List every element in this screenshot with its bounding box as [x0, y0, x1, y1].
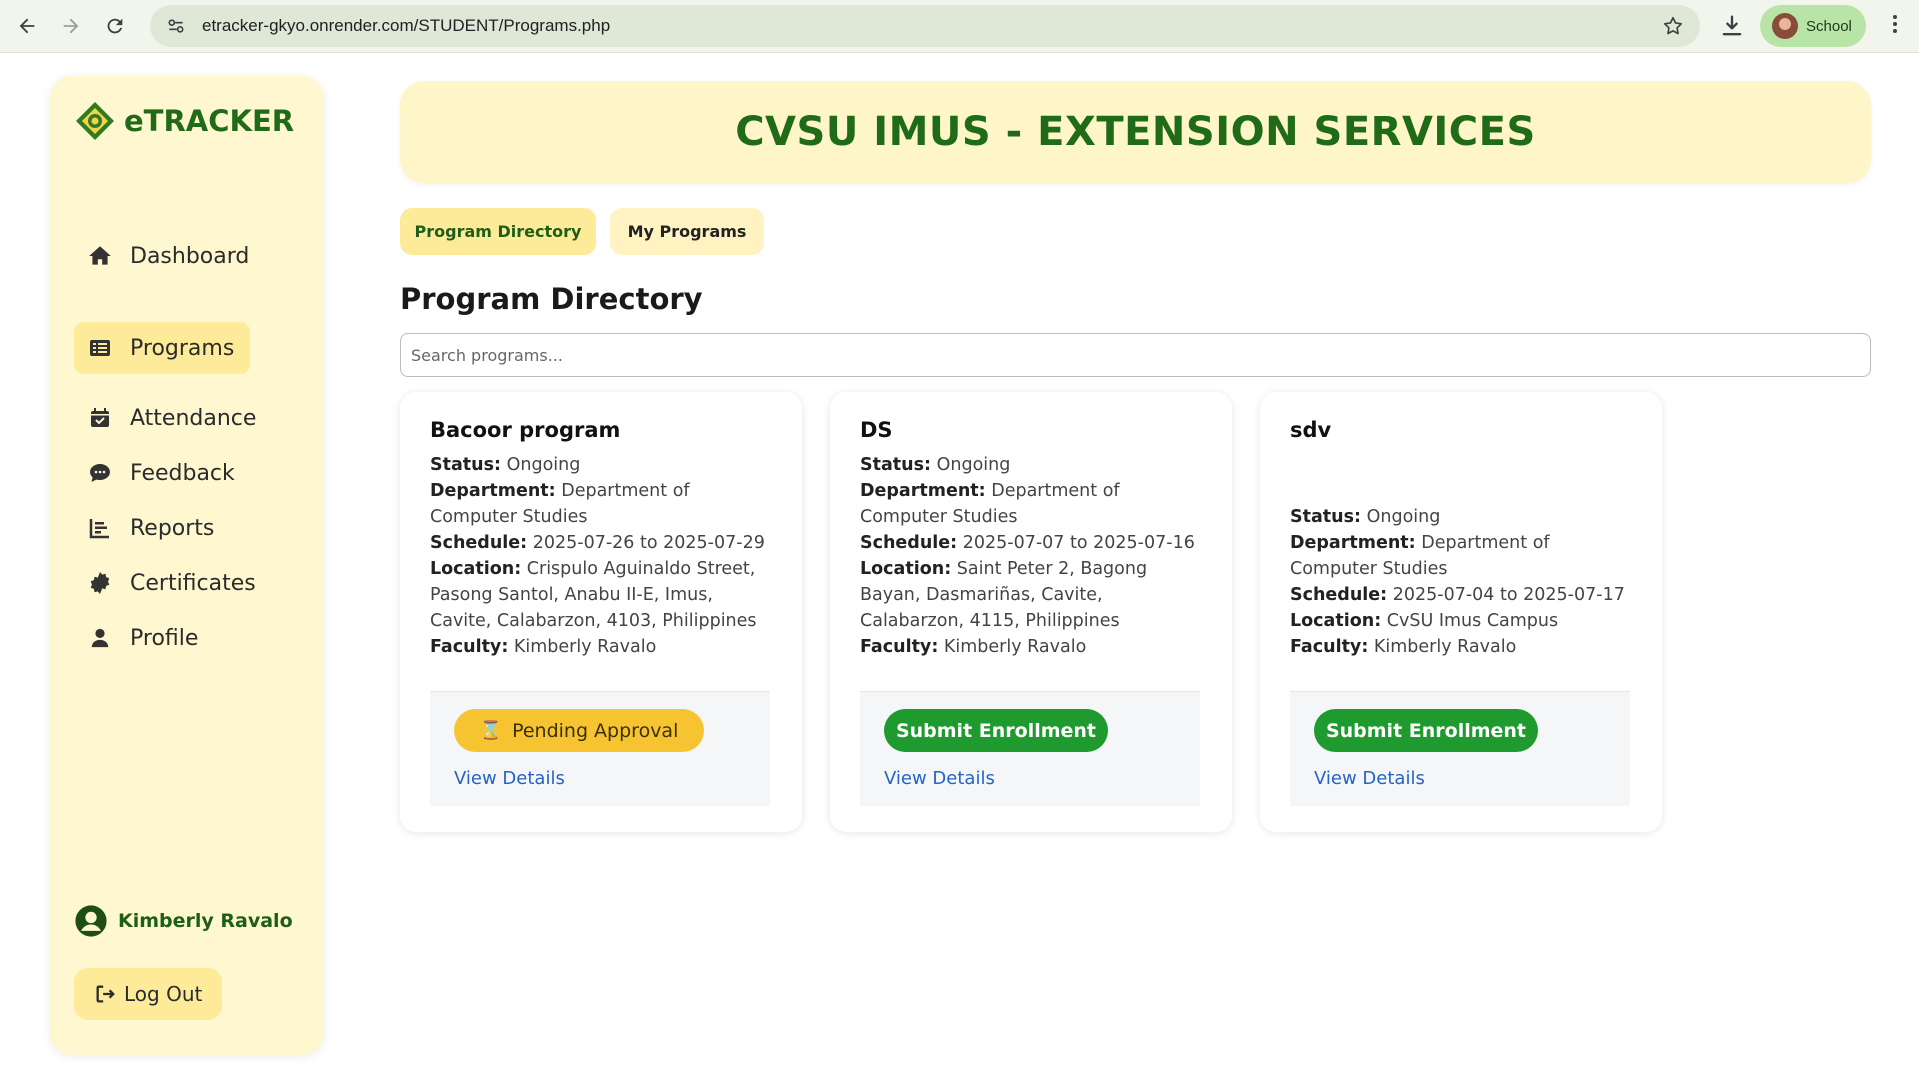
- program-card: Bacoor program Status: Ongoing Departmen…: [400, 392, 802, 832]
- list-icon: [86, 335, 114, 361]
- arrow-left-icon: [19, 18, 35, 34]
- program-title: DS: [860, 418, 893, 442]
- schedule-label: Schedule:: [860, 533, 958, 553]
- site-settings-icon[interactable]: [166, 16, 186, 36]
- location-label: Location:: [1290, 611, 1382, 631]
- view-details-link[interactable]: View Details: [1314, 768, 1425, 789]
- forward-button[interactable]: [49, 4, 93, 48]
- view-details-link[interactable]: View Details: [884, 768, 995, 789]
- program-location: CvSU Imus Campus: [1386, 611, 1559, 631]
- tab-program-directory[interactable]: Program Directory: [400, 208, 596, 255]
- program-info: Status: Ongoing Department: Department o…: [860, 452, 1205, 660]
- user-circle-icon: [75, 905, 107, 937]
- arrow-right-icon: [63, 18, 79, 34]
- program-status: Ongoing: [1366, 507, 1441, 527]
- hourglass-icon: ⌛: [479, 720, 503, 741]
- pending-approval-button[interactable]: ⌛ Pending Approval: [454, 709, 704, 752]
- sidebar-item-reports[interactable]: Reports: [74, 502, 230, 554]
- user-icon: [86, 625, 114, 651]
- cvsu-logo-icon: [76, 102, 114, 140]
- status-label: Status:: [860, 455, 932, 475]
- card-footer: ⌛ Pending Approval View Details: [430, 691, 770, 806]
- current-user: Kimberly Ravalo: [74, 904, 293, 938]
- tab-my-programs[interactable]: My Programs: [610, 208, 764, 255]
- sidebar-item-label: Attendance: [130, 405, 257, 431]
- bar-chart-icon: [86, 515, 114, 541]
- brand[interactable]: eTRACKER: [74, 100, 294, 142]
- program-title: Bacoor program: [430, 418, 621, 442]
- search-input[interactable]: [400, 333, 1871, 377]
- program-info: Status: Ongoing Department: Department o…: [430, 452, 775, 660]
- url-text[interactable]: etracker-gkyo.onrender.com/STUDENT/Progr…: [202, 16, 610, 36]
- program-faculty: Kimberly Ravalo: [943, 637, 1087, 657]
- browser-toolbar: etracker-gkyo.onrender.com/STUDENT/Progr…: [0, 0, 1919, 53]
- department-label: Department:: [860, 481, 986, 501]
- user-name: Kimberly Ravalo: [118, 910, 293, 932]
- profile-label: School: [1806, 17, 1852, 35]
- location-label: Location:: [860, 559, 952, 579]
- sidebar-item-feedback[interactable]: Feedback: [74, 447, 251, 499]
- faculty-label: Faculty:: [860, 637, 939, 657]
- program-faculty: Kimberly Ravalo: [1373, 637, 1517, 657]
- reload-icon: [107, 18, 123, 34]
- browser-menu-button[interactable]: [1880, 12, 1910, 42]
- sign-out-icon: [96, 985, 115, 1003]
- card-footer: Submit Enrollment View Details: [860, 691, 1200, 806]
- program-card: sdv Status: Ongoing Department: Departme…: [1260, 392, 1662, 832]
- sidebar-item-label: Reports: [130, 515, 215, 541]
- department-label: Department:: [430, 481, 556, 501]
- faculty-label: Faculty:: [430, 637, 509, 657]
- action-label: Pending Approval: [512, 719, 679, 742]
- program-schedule: 2025-07-26 to 2025-07-29: [532, 533, 765, 553]
- certificate-icon: [86, 570, 114, 596]
- reload-button[interactable]: [93, 4, 137, 48]
- sidebar-item-label: Dashboard: [130, 243, 250, 269]
- calendar-check-icon: [86, 405, 114, 431]
- location-label: Location:: [430, 559, 522, 579]
- profile-chip[interactable]: School: [1760, 5, 1866, 47]
- sidebar-item-programs[interactable]: Programs: [74, 322, 251, 374]
- program-card: DS Status: Ongoing Department: Departmen…: [830, 392, 1232, 832]
- schedule-label: Schedule:: [430, 533, 528, 553]
- sidebar-item-dashboard[interactable]: Dashboard: [74, 230, 265, 282]
- sidebar-item-certificates[interactable]: Certificates: [74, 557, 272, 609]
- sidebar-item-label: Feedback: [130, 460, 235, 486]
- address-bar[interactable]: etracker-gkyo.onrender.com/STUDENT/Progr…: [150, 5, 1700, 47]
- bookmark-star-icon[interactable]: [1662, 15, 1684, 37]
- program-title: sdv: [1290, 418, 1332, 442]
- sidebar-item-label: Programs: [130, 335, 235, 361]
- program-status: Ongoing: [936, 455, 1011, 475]
- logout-button[interactable]: Log Out: [74, 968, 222, 1020]
- program-info: Status: Ongoing Department: Department o…: [1290, 504, 1635, 660]
- page-title: CVSU IMUS - EXTENSION SERVICES: [735, 109, 1536, 155]
- sidebar-item-attendance[interactable]: Attendance: [74, 392, 272, 444]
- sidebar-item-profile[interactable]: Profile: [74, 612, 214, 664]
- sidebar-item-label: Profile: [130, 625, 199, 651]
- section-title: Program Directory: [400, 282, 703, 316]
- schedule-label: Schedule:: [1290, 585, 1388, 605]
- header-banner: CVSU IMUS - EXTENSION SERVICES: [400, 81, 1871, 183]
- sidebar: eTRACKER Dashboard Programs Attendance F…: [50, 76, 324, 1055]
- profile-avatar: [1772, 13, 1798, 39]
- program-status: Ongoing: [506, 455, 581, 475]
- program-faculty: Kimberly Ravalo: [513, 637, 657, 657]
- department-label: Department:: [1290, 533, 1416, 553]
- submit-enrollment-button[interactable]: Submit Enrollment: [1314, 709, 1538, 752]
- logout-label: Log Out: [124, 982, 203, 1006]
- faculty-label: Faculty:: [1290, 637, 1369, 657]
- status-label: Status:: [430, 455, 502, 475]
- submit-enrollment-button[interactable]: Submit Enrollment: [884, 709, 1108, 752]
- card-footer: Submit Enrollment View Details: [1290, 691, 1630, 806]
- download-icon[interactable]: [1718, 10, 1746, 42]
- program-schedule: 2025-07-07 to 2025-07-16: [962, 533, 1195, 553]
- back-button[interactable]: [5, 4, 49, 48]
- kebab-menu-icon: [1893, 15, 1897, 33]
- comment-icon: [86, 460, 114, 486]
- brand-name: eTRACKER: [124, 104, 295, 138]
- sidebar-item-label: Certificates: [130, 570, 256, 596]
- home-icon: [86, 243, 114, 269]
- view-details-link[interactable]: View Details: [454, 768, 565, 789]
- program-schedule: 2025-07-04 to 2025-07-17: [1392, 585, 1625, 605]
- status-label: Status:: [1290, 507, 1362, 527]
